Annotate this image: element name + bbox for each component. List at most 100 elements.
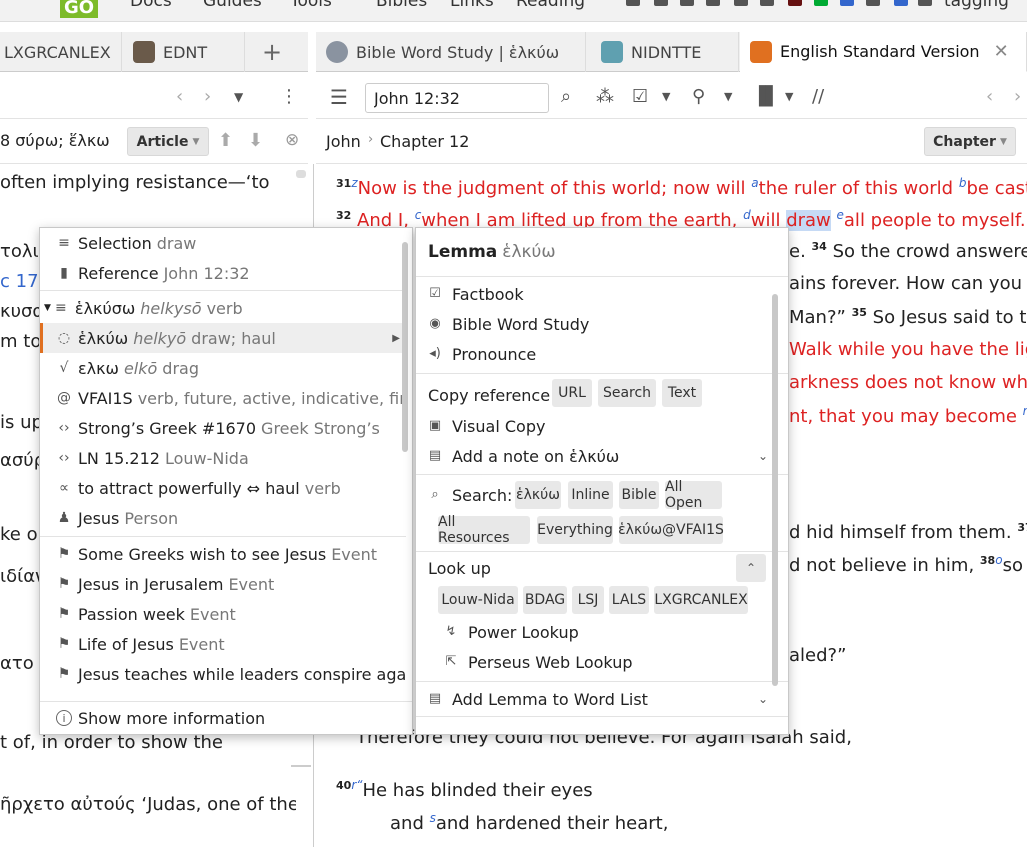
menu-item-event[interactable]: ⚑ Jesus teaches while leaders conspire ag… <box>40 659 406 689</box>
close-icon[interactable]: ✕ <box>994 41 1009 62</box>
power-lookup-item[interactable]: ↯ Power Lookup <box>444 618 579 646</box>
tab-nidntte[interactable]: NIDNTTE <box>587 32 739 72</box>
search-all-open-button[interactable]: All Open <box>665 479 722 511</box>
toolbar-icon[interactable] <box>840 0 854 6</box>
chapter-dropdown[interactable]: Chapter ▼ <box>924 127 1016 156</box>
menu-item-event[interactable]: ⚑ Some Greeks wish to see Jesus Event <box>40 539 406 569</box>
toolbar-icon[interactable] <box>760 0 774 6</box>
chevron-up-icon[interactable]: ⌃ <box>736 554 766 582</box>
toolbar-icon[interactable] <box>866 0 880 6</box>
menu-item-event[interactable]: ⚑ Passion week Event <box>40 599 406 629</box>
lookup-bdag-button[interactable]: BDAG <box>523 586 567 614</box>
menu-item-event[interactable]: ⚑ Life of Jesus Event <box>40 629 406 659</box>
menu-docs[interactable]: Docs <box>130 0 172 11</box>
columns-icon[interactable]: ▐▌ <box>752 87 780 107</box>
copy-url-button[interactable]: URL <box>552 379 592 407</box>
tab-ednt[interactable]: EDNT <box>123 32 245 72</box>
arrow-down-icon[interactable]: ⬇ <box>248 130 263 151</box>
toolbar-icon[interactable] <box>734 0 748 6</box>
go-button[interactable]: GO <box>60 0 98 18</box>
menu-tools[interactable]: Tools <box>290 0 332 11</box>
people-icon[interactable]: ⁂ <box>596 87 614 107</box>
search-all-resources-button[interactable]: All Resources <box>438 514 530 546</box>
lookup-louw-nida-button[interactable]: Louw-Nida <box>438 586 518 614</box>
left-scroll-up[interactable] <box>296 170 306 178</box>
perseus-lookup-item[interactable]: ⇱ Perseus Web Lookup <box>444 648 633 676</box>
menu-reading[interactable]: Reading <box>516 0 585 11</box>
lookup-lals-button[interactable]: LALS <box>609 586 649 614</box>
tab-bible-word-study[interactable]: Bible Word Study | ἑλκύω <box>316 32 586 72</box>
toolbar-icon[interactable] <box>894 0 908 6</box>
toolbar-icon[interactable] <box>654 0 668 6</box>
menu-item-reference[interactable]: ▮ Reference John 12:32 <box>40 258 406 288</box>
menu-item-event[interactable]: ⚑ Jesus in Jerusalem Event <box>40 569 406 599</box>
clear-icon[interactable]: ⊗ <box>285 130 299 150</box>
submenu-scrollbar[interactable] <box>772 294 778 686</box>
add-lemma-item[interactable]: ▤ Add Lemma to Word List ⌄ <box>428 685 768 713</box>
menu-links[interactable]: Links <box>450 0 494 11</box>
add-tab-button[interactable]: + <box>255 32 289 72</box>
toolbar-icon[interactable] <box>814 0 828 6</box>
toolbar-icon[interactable] <box>918 0 932 6</box>
menu-item-inflected[interactable]: ▼ ≡ ἑλκύσω helkysō verb <box>40 293 406 323</box>
toolbar-icon[interactable] <box>626 0 640 6</box>
search-bible-button[interactable]: Bible <box>619 481 659 509</box>
menu-icon[interactable]: ☰ <box>330 87 348 107</box>
forward-icon[interactable]: › <box>1014 87 1021 107</box>
factbook-item[interactable]: ☑ Factbook <box>428 280 523 308</box>
back-icon[interactable]: ‹ <box>986 87 993 107</box>
chevron-down-icon[interactable]: ▼ <box>234 87 243 107</box>
footnote-marker[interactable]: a <box>751 176 758 190</box>
menu-item-louw-nida[interactable]: ‹› LN 15.212 Louw-Nida <box>40 443 406 473</box>
footnote-marker[interactable]: o <box>995 553 1002 567</box>
copy-search-button[interactable]: Search <box>598 379 656 407</box>
toolbar-icon[interactable] <box>788 0 802 6</box>
lookup-lxgrcanlex-button[interactable]: LXGRCANLEX <box>654 586 748 614</box>
reference-input[interactable] <box>365 83 549 113</box>
selected-word[interactable]: draw <box>786 210 831 231</box>
menu-item-root[interactable]: √ ελκω elkō drag <box>40 353 406 383</box>
footnote-marker[interactable]: n <box>1023 404 1027 418</box>
menu-guides[interactable]: Guides <box>203 0 262 11</box>
parallel-icon[interactable]: // <box>812 87 824 107</box>
tab-lxgrcanlex[interactable]: LXGRCANLEX <box>0 32 122 72</box>
menu-item-strongs[interactable]: ‹› Strong’s Greek #1670 Greek Strong’s <box>40 413 406 443</box>
visual-filter-icon[interactable]: ⚲ <box>692 87 705 107</box>
pronounce-item[interactable]: ◂) Pronounce <box>428 340 536 368</box>
arrow-up-icon[interactable]: ⬆ <box>218 130 233 151</box>
search-icon[interactable]: ⌕ <box>561 87 571 107</box>
chevron-down-icon[interactable]: ▼ <box>785 87 793 107</box>
menu-item-lemma[interactable]: ◌ ἑλκύω helkyō draw; haul ▶ <box>40 323 406 353</box>
toolbar-icon[interactable] <box>706 0 720 6</box>
visual-copy-item[interactable]: ▣ Visual Copy <box>428 412 546 440</box>
chevron-down-icon[interactable]: ▼ <box>724 87 732 107</box>
lookup-lsj-button[interactable]: LSJ <box>572 586 604 614</box>
search-lemma-button[interactable]: ἑλκύω <box>515 481 561 509</box>
article-dropdown[interactable]: Article ▼ <box>127 127 209 156</box>
search-morph-button[interactable]: ἑλκύω@VFAI1S <box>618 516 724 544</box>
menu-tagging[interactable]: tagging <box>944 0 1009 11</box>
menu-item-selection[interactable]: ≡ Selection draw <box>40 228 406 258</box>
tab-esv[interactable]: English Standard Version ✕ <box>740 32 1027 72</box>
breadcrumb-book[interactable]: John <box>326 132 361 151</box>
menu-bibles[interactable]: Bibles <box>376 0 427 11</box>
more-icon[interactable]: ⋮ <box>280 87 298 107</box>
menu-item-person[interactable]: ♟ Jesus Person <box>40 503 406 533</box>
search-inline-button[interactable]: Inline <box>568 481 613 509</box>
menu-item-sense[interactable]: ∝ to attract powerfully ⇔ haul verb <box>40 473 406 503</box>
add-note-item[interactable]: ▤ Add a note on ἑλκύω ⌄ <box>428 442 768 470</box>
forward-icon[interactable]: › <box>204 87 211 107</box>
menu-item-morphology[interactable]: @ VFAI1S verb, future, active, indicative,… <box>40 383 406 413</box>
copy-text-button[interactable]: Text <box>662 379 702 407</box>
toolbar-icon[interactable] <box>680 0 694 6</box>
chevron-down-icon[interactable]: ▼ <box>662 87 670 107</box>
menu-scrollbar[interactable] <box>402 242 408 452</box>
show-more-button[interactable]: i Show more information <box>40 703 406 733</box>
search-everything-button[interactable]: Everything <box>537 516 613 544</box>
left-scroll-thumb[interactable] <box>291 765 311 767</box>
bible-word-study-item[interactable]: ◉ Bible Word Study <box>428 310 589 338</box>
back-icon[interactable]: ‹ <box>176 87 183 107</box>
footnote-marker[interactable]: d <box>743 208 751 222</box>
breadcrumb-chapter[interactable]: Chapter 12 <box>380 132 469 151</box>
checklist-icon[interactable]: ☑ <box>632 87 648 107</box>
